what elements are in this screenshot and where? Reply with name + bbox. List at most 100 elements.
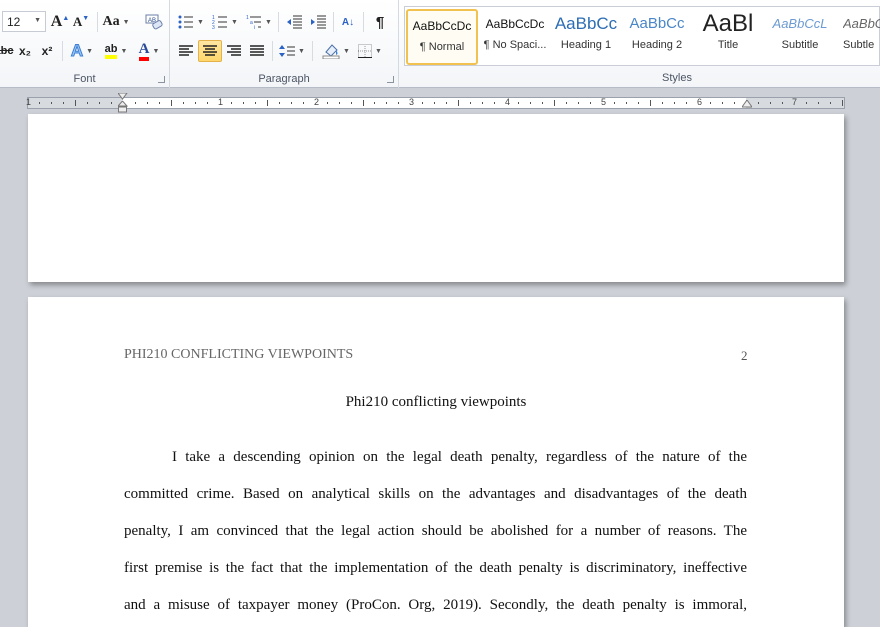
change-case-button[interactable]: Aa ▼ (102, 11, 130, 33)
line-spacing-button[interactable]: ▼ (277, 40, 307, 62)
show-formatting-marks-button[interactable]: ¶ (369, 11, 391, 33)
running-header[interactable]: PHI210 CONFLICTING VIEWPOINTS (124, 347, 353, 363)
document-body[interactable]: I take a descending opinion on the legal… (124, 439, 747, 624)
right-indent-marker[interactable] (742, 100, 752, 108)
page-number: 2 (741, 348, 748, 363)
align-center-icon (203, 45, 217, 56)
ruler-tick (709, 102, 711, 104)
ruler-number: 4 (505, 97, 511, 107)
document-title[interactable]: Phi210 conflicting viewpoints (28, 394, 844, 411)
bullets-icon (178, 15, 194, 29)
multilevel-list-button[interactable]: 1 a i ▼ (244, 11, 274, 33)
grow-font-button[interactable]: A ▲ (50, 11, 70, 33)
ruler-tick (482, 102, 484, 104)
style-sample: AaBbCc (629, 15, 685, 32)
ruler-bar: 1 1 2 3 4 5 6 7 (26, 97, 845, 109)
ruler-tick (649, 100, 651, 106)
first-line-indent-marker[interactable] (118, 93, 128, 101)
align-right-button[interactable] (223, 40, 245, 62)
separator (312, 41, 313, 61)
separator (363, 12, 364, 32)
subscript-button[interactable]: x₂ (15, 40, 35, 62)
body-line: committed crime. Based on analytical ski… (124, 486, 747, 502)
page-1[interactable] (28, 114, 844, 282)
svg-text:i: i (254, 25, 255, 29)
ruler-tick (338, 102, 340, 104)
font-size-select[interactable]: 12 ▼ (2, 11, 46, 32)
ruler-number: 5 (601, 97, 607, 107)
style-name: Heading 2 (631, 39, 683, 51)
horizontal-ruler[interactable]: 1 1 2 3 4 5 6 7 (0, 90, 880, 114)
style-subtle-emphasis[interactable]: AaBbC Subtle (837, 9, 880, 65)
separator (278, 12, 279, 32)
paragraph-group: ▼ 1 2 3 ▼ 1 a i ▼ A↓ ¶ ▼ ▼ ▼ Paragraph (170, 0, 399, 88)
separator (272, 41, 273, 61)
style-no-spacing[interactable]: AaBbCcDc ¶ No Spaci... (480, 9, 550, 65)
ruler-tick (386, 102, 388, 104)
sort-button[interactable]: A↓ (337, 11, 359, 33)
align-left-icon (179, 45, 193, 56)
bullets-button[interactable]: ▼ (176, 11, 206, 33)
highlight-icon: ab (104, 43, 118, 59)
ruler-tick (63, 102, 65, 104)
strikethrough-button[interactable]: abc (0, 40, 14, 62)
ruler-tick (733, 102, 735, 104)
ruler-tick (518, 102, 520, 104)
chevron-down-icon: ▼ (34, 17, 41, 24)
text-effects-button[interactable]: A ▼ (68, 40, 96, 62)
ruler-tick (230, 102, 232, 104)
change-case-icon: Aa (102, 14, 120, 29)
increase-indent-button[interactable] (307, 11, 329, 33)
ruler-tick (805, 102, 807, 104)
font-dialog-launcher[interactable] (158, 76, 165, 83)
ruler-tick (817, 102, 819, 104)
ruler-tick (841, 100, 843, 106)
ruler-tick (578, 102, 580, 104)
ruler-tick (326, 102, 328, 104)
page-2[interactable]: PHI210 CONFLICTING VIEWPOINTS 2 Phi210 c… (28, 297, 844, 627)
align-center-button[interactable] (198, 40, 222, 62)
style-subtitle[interactable]: AaBbCcL Subtitle (765, 9, 835, 65)
style-heading-2[interactable]: AaBbCc Heading 2 (622, 9, 692, 65)
align-left-button[interactable] (175, 40, 197, 62)
shrink-font-button[interactable]: A ▼ (72, 11, 90, 33)
shrink-font-icon: A (72, 14, 83, 29)
style-sample: AaBbCcDc (412, 19, 472, 33)
style-name: ¶ Normal (419, 41, 465, 53)
clear-formatting-button[interactable]: AB (143, 11, 165, 33)
ruler-tick (757, 102, 759, 104)
ruler-tick (266, 100, 268, 106)
ruler-tick (542, 102, 544, 104)
strikethrough-icon: abc (0, 45, 14, 57)
paragraph-dialog-launcher[interactable] (387, 76, 394, 83)
ruler-tick (530, 102, 532, 104)
style-name: Subtitle (781, 39, 819, 51)
font-color-icon: A (138, 41, 150, 61)
decrease-indent-button[interactable] (283, 11, 305, 33)
style-heading-1[interactable]: AaBbCc Heading 1 (551, 9, 621, 65)
highlight-button[interactable]: ab ▼ (100, 40, 132, 62)
ruler-tick (206, 102, 208, 104)
increase-indent-icon (311, 15, 326, 29)
ruler-number: 1 (26, 97, 32, 107)
ruler-number: 7 (792, 97, 798, 107)
style-normal[interactable]: AaBbCcDc ¶ Normal (406, 9, 478, 65)
ruler-tick (242, 102, 244, 104)
paragraph-group-label: Paragraph (258, 73, 310, 85)
hanging-indent-marker[interactable] (118, 101, 128, 114)
style-name: Title (717, 39, 739, 51)
justify-button[interactable] (246, 40, 268, 62)
ruler-tick (566, 102, 568, 104)
font-color-button[interactable]: A ▼ (134, 40, 164, 62)
borders-button[interactable]: ▼ (354, 40, 386, 62)
style-title[interactable]: AaBl Title (693, 9, 763, 65)
numbering-button[interactable]: 1 2 3 ▼ (210, 11, 240, 33)
text-effects-icon: A (70, 41, 84, 61)
shading-button[interactable]: ▼ (320, 40, 352, 62)
ruler-tick (829, 102, 831, 104)
style-sample: AaBbCcL (772, 16, 828, 31)
ruler-tick (590, 102, 592, 104)
ruler-number: 2 (314, 97, 320, 107)
svg-text:3: 3 (212, 25, 215, 29)
superscript-button[interactable]: x² (37, 40, 57, 62)
